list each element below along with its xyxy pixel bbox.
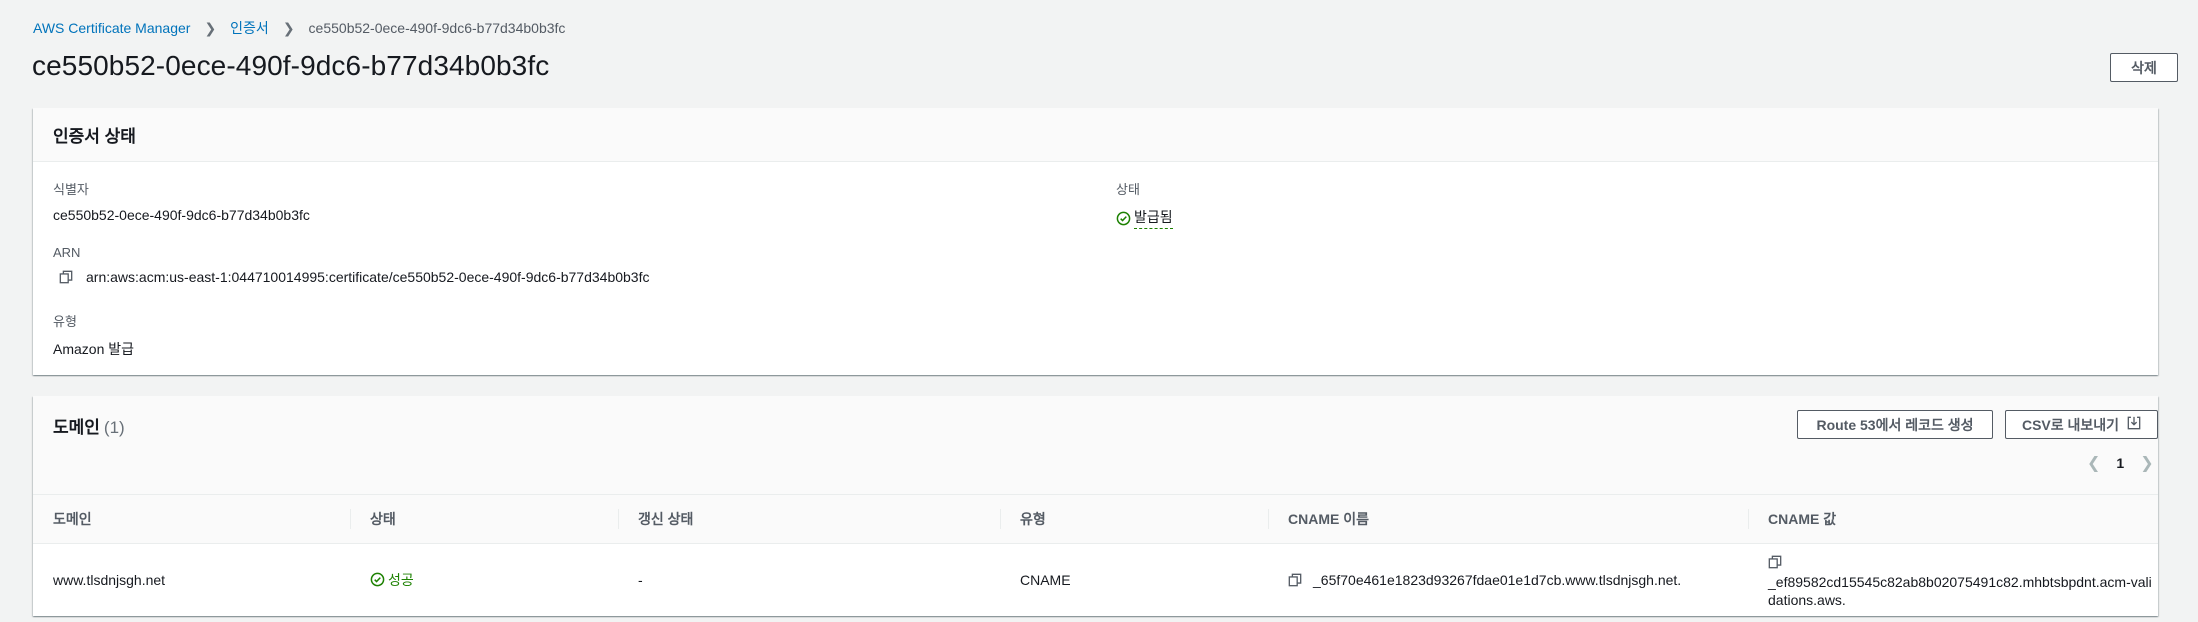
domains-title-text: 도메인 xyxy=(53,418,100,437)
export-csv-button[interactable]: CSV로 내보내기 xyxy=(2005,410,2158,439)
table-row: www.tlsdnjsgh.net 성공 - CNAME _65f70e461e… xyxy=(33,544,2158,616)
chevron-left-icon[interactable]: ❮ xyxy=(2087,453,2100,473)
type-field: 유형 Amazon 발급 xyxy=(53,311,134,359)
chevron-right-icon: ❯ xyxy=(204,19,217,36)
column-header-type[interactable]: 유형 xyxy=(1000,495,1268,544)
page-number[interactable]: 1 xyxy=(2116,455,2124,471)
download-icon xyxy=(2127,416,2141,433)
cell-type: CNAME xyxy=(1020,571,1071,588)
breadcrumb-acm-link[interactable]: AWS Certificate Manager xyxy=(33,20,190,36)
domains-title: 도메인 (1) xyxy=(53,413,125,438)
arn-value: arn:aws:acm:us-east-1:044710014995:certi… xyxy=(86,269,650,285)
cell-cname-value: _ef89582cd15545c82ab8b02075491c82.mhbtsb… xyxy=(1748,544,2158,616)
pagination: ❮ 1 ❯ xyxy=(2087,453,2154,473)
export-csv-label: CSV로 내보내기 xyxy=(2021,416,2120,433)
identifier-field: 식별자 ce550b52-0ece-490f-9dc6-b77d34b0b3fc xyxy=(53,179,310,223)
arn-label: ARN xyxy=(53,245,81,260)
panel-header: 인증서 상태 xyxy=(33,108,2158,162)
page-title: ce550b52-0ece-490f-9dc6-b77d34b0b3fc xyxy=(32,50,550,81)
cell-status: 성공 xyxy=(350,544,618,616)
cell-domain: www.tlsdnjsgh.net xyxy=(53,571,166,588)
domain-status-badge: 성공 xyxy=(370,570,618,590)
copy-icon[interactable] xyxy=(1288,573,1302,587)
column-header-status[interactable]: 상태 xyxy=(350,495,618,544)
domain-status-text: 성공 xyxy=(388,571,414,588)
type-value: Amazon 발급 xyxy=(53,341,135,357)
type-label: 유형 xyxy=(53,314,77,329)
domains-count: (1) xyxy=(103,418,125,437)
cname-name-text: _65f70e461e1823d93267fdae01e1d7cb.www.tl… xyxy=(1313,571,1682,588)
table-header-row: 도메인 상태 갱신 상태 유형 CNAME 이름 CNAME 값 xyxy=(33,494,2158,544)
panel-title: 인증서 상태 xyxy=(53,127,136,146)
identifier-value: ce550b52-0ece-490f-9dc6-b77d34b0b3fc xyxy=(53,207,310,223)
cell-renewal-status: - xyxy=(638,571,643,588)
cname-value-text: _ef89582cd15545c82ab8b02075491c82.mhbtsb… xyxy=(1768,573,2152,608)
certificate-status-panel: 인증서 상태 식별자 ce550b52-0ece-490f-9dc6-b77d3… xyxy=(33,108,2158,375)
check-circle-icon xyxy=(1116,211,1131,226)
breadcrumb-current: ce550b52-0ece-490f-9dc6-b77d34b0b3fc xyxy=(308,20,566,36)
status-field: 상태 발급됨 xyxy=(1116,179,1173,229)
domains-table: 도메인 상태 갱신 상태 유형 CNAME 이름 CNAME 값 www.tls… xyxy=(33,494,2158,616)
status-badge[interactable]: 발급됨 xyxy=(1116,207,1173,229)
copy-icon[interactable] xyxy=(1768,555,1782,569)
chevron-right-icon[interactable]: ❯ xyxy=(2140,453,2153,473)
domains-panel: 도메인 (1) Route 53에서 레코드 생성 CSV로 내보내기 ❮ 1 ❯… xyxy=(33,396,2158,616)
chevron-right-icon: ❯ xyxy=(282,19,295,36)
status-value: 발급됨 xyxy=(1134,207,1173,229)
breadcrumb-certificates-link[interactable]: 인증서 xyxy=(230,18,269,38)
column-header-cname-value[interactable]: CNAME 값 xyxy=(1748,495,2158,544)
status-label: 상태 xyxy=(1116,182,1140,197)
delete-button[interactable]: 삭제 xyxy=(2110,53,2178,82)
domains-header: 도메인 (1) Route 53에서 레코드 생성 CSV로 내보내기 ❮ 1 ❯ xyxy=(33,396,2158,494)
column-header-cname-name[interactable]: CNAME 이름 xyxy=(1268,495,1748,544)
create-route53-records-button[interactable]: Route 53에서 레코드 생성 xyxy=(1797,410,1993,439)
check-circle-icon xyxy=(370,572,385,587)
arn-field: ARN arn:aws:acm:us-east-1:044710014995:c… xyxy=(53,245,650,285)
copy-icon[interactable] xyxy=(59,270,73,284)
column-header-domain[interactable]: 도메인 xyxy=(33,495,350,544)
breadcrumb: AWS Certificate Manager ❯ 인증서 ❯ ce550b52… xyxy=(33,18,565,38)
identifier-label: 식별자 xyxy=(53,182,89,197)
cell-cname-name: _65f70e461e1823d93267fdae01e1d7cb.www.tl… xyxy=(1268,544,1748,616)
column-header-renewal-status[interactable]: 갱신 상태 xyxy=(618,495,1000,544)
